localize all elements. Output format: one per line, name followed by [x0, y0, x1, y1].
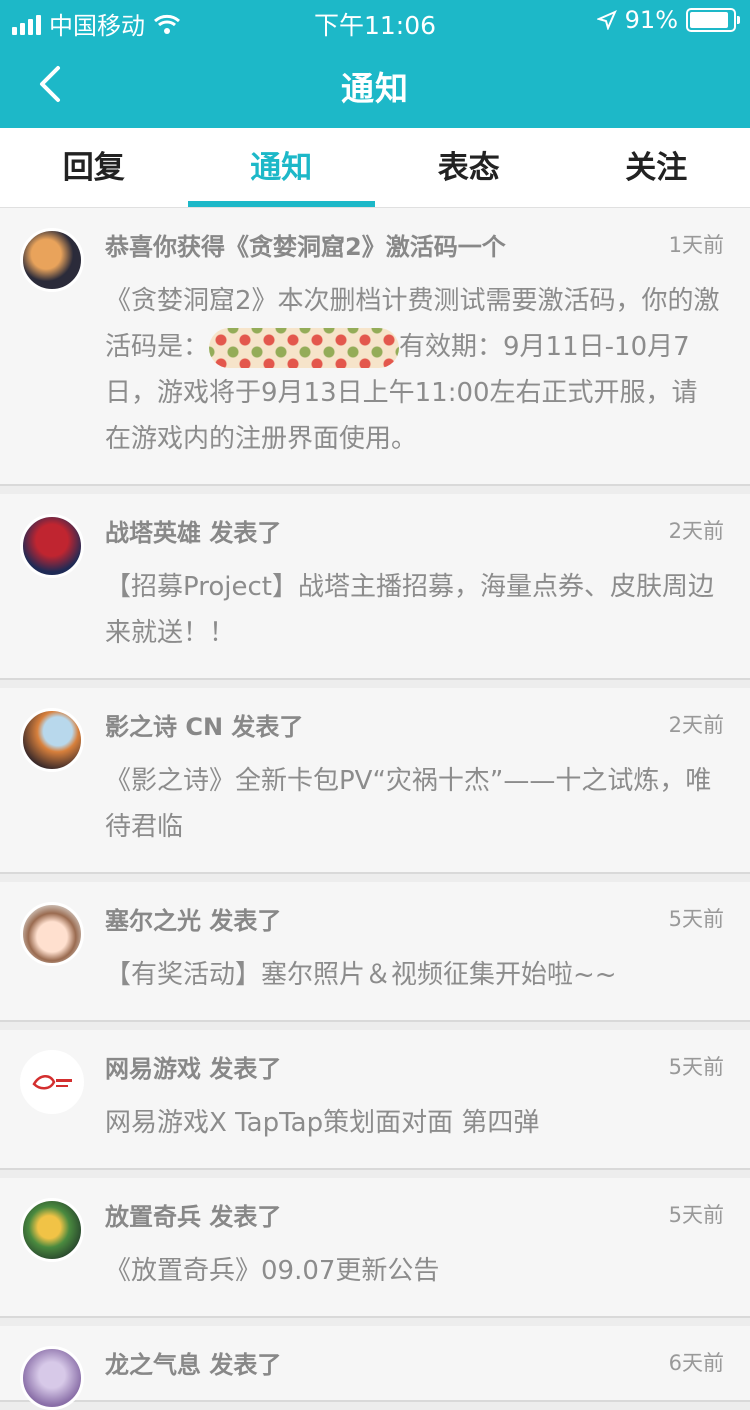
- avatar: [20, 902, 84, 966]
- avatar: [20, 1198, 84, 1262]
- notification-title: 网易游戏 发表了: [105, 1049, 281, 1084]
- notification-tabs: 回复 通知 表态 关注: [0, 128, 750, 208]
- notification-item[interactable]: 放置奇兵 发表了 5天前 《放置奇兵》09.07更新公告: [0, 1178, 750, 1318]
- notification-title: 龙之气息 发表了: [105, 1345, 281, 1380]
- app-header: 中国移动 下午11:06 91% 通知: [0, 0, 750, 128]
- avatar: [20, 228, 84, 292]
- avatar: [20, 708, 84, 772]
- notification-time: 6天前: [669, 1347, 724, 1377]
- avatar: [20, 514, 84, 578]
- notification-item[interactable]: 恭喜你获得《贪婪洞窟2》激活码一个 1天前 《贪婪洞窟2》本次删档计费测试需要激…: [0, 208, 750, 486]
- tab-follow[interactable]: 关注: [563, 128, 750, 207]
- notification-body: 网易游戏X TapTap策划面对面 第四弹: [105, 1100, 724, 1146]
- redacted-code-mask: [209, 328, 399, 368]
- tab-reaction[interactable]: 表态: [375, 128, 563, 207]
- battery-percent: 91%: [625, 6, 678, 34]
- notification-time: 5天前: [669, 1051, 724, 1081]
- status-right: 91%: [597, 6, 736, 34]
- page-title: 通知: [0, 62, 750, 110]
- notification-body: 【招募Project】战塔主播招募，海量点券、皮肤周边来就送！！: [105, 564, 724, 656]
- notification-time: 2天前: [669, 515, 724, 545]
- avatar: [20, 1346, 84, 1410]
- status-bar: 中国移动 下午11:06 91%: [0, 0, 750, 40]
- notification-title: 恭喜你获得《贪婪洞窟2》激活码一个: [105, 227, 506, 262]
- notification-time: 5天前: [669, 903, 724, 933]
- notification-title: 战塔英雄 发表了: [105, 513, 281, 548]
- netease-logo-icon: [23, 1053, 81, 1111]
- notification-body: 《贪婪洞窟2》本次删档计费测试需要激活码，你的激活码是：有效期：9月11日-10…: [105, 278, 724, 462]
- notification-body: 《放置奇兵》09.07更新公告: [105, 1248, 724, 1294]
- notification-time: 2天前: [669, 709, 724, 739]
- notification-time: 5天前: [669, 1199, 724, 1229]
- notification-body: 【有奖活动】塞尔照片＆视频征集开始啦~~: [105, 952, 724, 998]
- notification-item[interactable]: 塞尔之光 发表了 5天前 【有奖活动】塞尔照片＆视频征集开始啦~~: [0, 882, 750, 1022]
- notification-title: 影之诗 CN 发表了: [105, 707, 303, 742]
- notification-item[interactable]: 战塔英雄 发表了 2天前 【招募Project】战塔主播招募，海量点券、皮肤周边…: [0, 494, 750, 680]
- notification-item[interactable]: 影之诗 CN 发表了 2天前 《影之诗》全新卡包PV“灾祸十杰”——十之试炼，唯…: [0, 688, 750, 874]
- tab-notify[interactable]: 通知: [188, 128, 376, 207]
- notification-item[interactable]: 网易游戏 发表了 5天前 网易游戏X TapTap策划面对面 第四弹: [0, 1030, 750, 1170]
- tab-reply[interactable]: 回复: [0, 128, 188, 207]
- notification-title: 放置奇兵 发表了: [105, 1197, 281, 1232]
- avatar: [20, 1050, 84, 1114]
- notification-body: 《影之诗》全新卡包PV“灾祸十杰”——十之试炼，唯待君临: [105, 758, 724, 850]
- notification-time: 1天前: [669, 229, 724, 259]
- notification-item[interactable]: 龙之气息 发表了 6天前: [0, 1326, 750, 1402]
- notification-title: 塞尔之光 发表了: [105, 901, 281, 936]
- battery-icon: [686, 8, 736, 32]
- notification-list: 恭喜你获得《贪婪洞窟2》激活码一个 1天前 《贪婪洞窟2》本次删档计费测试需要激…: [0, 208, 750, 1410]
- battery-fill: [690, 12, 728, 28]
- location-arrow-icon: [597, 10, 617, 30]
